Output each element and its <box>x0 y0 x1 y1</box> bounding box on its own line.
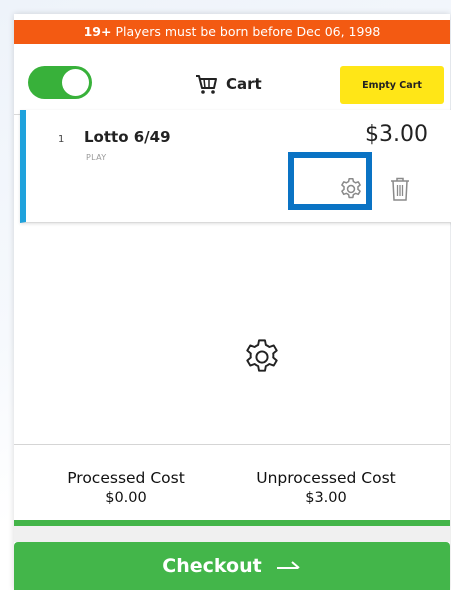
checkout-label: Checkout <box>162 555 262 577</box>
processed-cost-value: $0.00 <box>105 490 147 506</box>
cart-header: Cart Empty Cart <box>14 52 450 115</box>
item-name: Lotto 6/49 <box>84 128 171 146</box>
cart-title: Cart <box>194 72 262 96</box>
processed-cost-label: Processed Cost <box>67 469 185 487</box>
cart-item[interactable]: 1 Lotto 6/49 PLAY $3.00 <box>20 110 451 223</box>
item-index: 1 <box>58 134 65 145</box>
unprocessed-cost-label: Unprocessed Cost <box>256 469 396 487</box>
age-message: Players must be born before Dec 06, 1998 <box>115 24 381 39</box>
trash-icon[interactable] <box>388 176 412 202</box>
age-badge: 19+ <box>83 24 112 39</box>
age-restriction-banner: 19+ Players must be born before Dec 06, … <box>14 20 450 44</box>
unprocessed-cost-value: $3.00 <box>305 490 347 506</box>
unprocessed-cost: Unprocessed Cost $3.00 <box>240 469 412 506</box>
processed-cost: Processed Cost $0.00 <box>54 469 198 506</box>
cart-label: Cart <box>226 75 262 93</box>
gear-icon-large <box>246 339 278 372</box>
cart-icon <box>196 75 217 94</box>
gear-icon[interactable] <box>338 176 364 202</box>
empty-cart-button[interactable]: Empty Cart <box>340 66 444 104</box>
toggle-knob <box>62 69 89 96</box>
cart-panel: 19+ Players must be born before Dec 06, … <box>14 14 451 590</box>
item-subtitle: PLAY <box>86 153 107 162</box>
checkout-button[interactable]: Checkout <box>14 542 450 590</box>
toggle-switch[interactable] <box>28 66 92 99</box>
spacer <box>14 526 450 542</box>
arrow-right-icon <box>276 561 300 569</box>
item-price: $3.00 <box>365 122 428 147</box>
